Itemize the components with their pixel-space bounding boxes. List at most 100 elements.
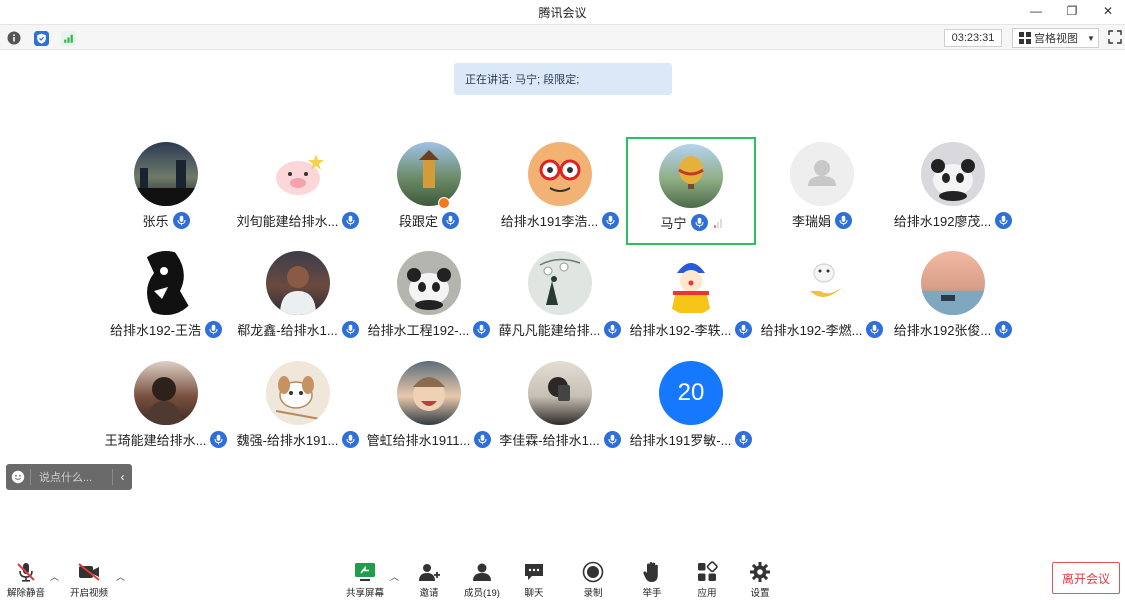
participant-name: 给排水192-李燃... [760, 323, 863, 338]
participant-tile[interactable]: 给排水192张俊... [888, 246, 1018, 354]
minimize-icon[interactable]: — [1027, 2, 1045, 20]
participant-name-row: 张乐 [101, 211, 231, 230]
microphone-icon [604, 321, 622, 338]
microphone-icon [602, 212, 620, 229]
participant-name: 段跟定 [398, 214, 438, 229]
avatar [134, 142, 198, 206]
participant-tile[interactable]: 给排水工程192-... [364, 246, 494, 354]
view-mode-dropdown[interactable]: 宫格视图 ▼ [1012, 28, 1099, 48]
participant-tile[interactable]: 给排水192-王浩 [101, 246, 231, 354]
participant-tile[interactable]: 给排水191李浩... [495, 137, 625, 245]
apps-label: 应用 [697, 588, 717, 599]
close-icon[interactable]: ✕ [1099, 2, 1117, 20]
participant-name-row: 管虹给排水1911... [364, 430, 494, 449]
share-screen-button[interactable]: 共享屏幕 [337, 561, 393, 599]
participant-name-row: 马宁 [628, 213, 754, 232]
share-options-chevron-icon[interactable]: ︿ [390, 570, 399, 583]
status-bar: 03:23:31 宫格视图 ▼ [0, 24, 1125, 50]
participant-name-row: 王琦能建给排水... [101, 430, 231, 449]
participant-tile[interactable]: 王琦能建给排水... [101, 356, 231, 464]
participant-name: 李佳霖-给排水1... [499, 433, 600, 448]
apps-button[interactable]: 应用 [679, 561, 735, 599]
security-shield-icon[interactable] [33, 30, 49, 46]
participant-tile[interactable]: 李瑞娟 [757, 137, 887, 245]
microphone-icon [205, 321, 223, 338]
participant-tile[interactable]: 管虹给排水1911... [364, 356, 494, 464]
members-icon [470, 561, 494, 583]
avatar [134, 251, 198, 315]
avatar [921, 251, 985, 315]
microphone-icon [474, 431, 492, 448]
start-video-label: 开启视频 [69, 588, 108, 599]
avatar [528, 142, 592, 206]
network-signal-icon[interactable] [60, 30, 76, 46]
participant-tile[interactable]: 李佳霖-给排水1... [495, 356, 625, 464]
avatar [266, 251, 330, 315]
info-icon[interactable] [6, 30, 22, 46]
chat-placeholder[interactable]: 说点什么... [30, 469, 112, 485]
participant-tile[interactable]: 马宁 [626, 137, 756, 245]
microphone-icon [210, 431, 228, 448]
participant-tile[interactable]: 刘旬能建给排水... [233, 137, 363, 245]
participant-name-row: 薛凡凡能建给排... [495, 320, 625, 339]
video-options-chevron-icon[interactable]: ︿ [116, 570, 125, 583]
audio-level-icon [713, 218, 722, 228]
participant-name-row: 李佳霖-给排水1... [495, 430, 625, 449]
participant-name-row: 给排水工程192-... [364, 320, 494, 339]
avatar [266, 142, 330, 206]
members-button[interactable]: 成员(19) [454, 561, 510, 599]
microphone-icon [735, 321, 753, 338]
participant-name-row: 郗龙鑫-给排水1... [233, 320, 363, 339]
members-label: 成员(19) [464, 588, 500, 599]
participant-name: 薛凡凡能建给排... [498, 323, 601, 338]
invite-button[interactable]: 邀请 [401, 561, 457, 599]
share-screen-icon [353, 561, 377, 583]
restore-icon[interactable]: ❐ [1063, 2, 1081, 20]
settings-button[interactable]: 设置 [732, 561, 788, 599]
settings-label: 设置 [750, 588, 770, 599]
participant-tile[interactable]: 段跟定 [364, 137, 494, 245]
start-video-button[interactable]: 开启视频 [61, 561, 117, 599]
participant-tile[interactable]: 魏强-给排水191... [233, 356, 363, 464]
audio-options-chevron-icon[interactable]: ︿ [50, 570, 59, 583]
camera-off-icon [77, 561, 101, 583]
avatar [528, 251, 592, 315]
participant-name-row: 给排水192-李燃... [757, 320, 887, 339]
chevron-down-icon: ▼ [1087, 33, 1095, 43]
mic-muted-icon [14, 561, 38, 583]
record-label: 录制 [583, 588, 603, 599]
participant-tile[interactable]: 郗龙鑫-给排水1... [233, 246, 363, 354]
microphone-icon [995, 212, 1013, 229]
share-screen-label: 共享屏幕 [345, 588, 384, 599]
participant-tile[interactable]: 张乐 [101, 137, 231, 245]
participant-tile[interactable]: 给排水192-李轶... [626, 246, 756, 354]
participant-name: 管虹给排水1911... [366, 433, 471, 448]
microphone-icon [172, 212, 190, 229]
participant-name-row: 给排水191李浩... [495, 211, 625, 230]
chat-button[interactable]: 聊天 [506, 561, 562, 599]
window-title: 腾讯会议 [538, 5, 587, 20]
chat-quick-input[interactable]: 说点什么... ‹ [6, 464, 132, 490]
participant-name: 魏强-给排水191... [236, 433, 339, 448]
participant-name: 给排水192张俊... [893, 323, 992, 338]
participant-tile[interactable]: 给排水192-李燃... [757, 246, 887, 354]
avatar [266, 361, 330, 425]
fullscreen-icon[interactable] [1108, 30, 1122, 44]
collapse-chevron-icon[interactable]: ‹ [112, 469, 132, 485]
leave-meeting-button[interactable]: 离开会议 [1052, 562, 1120, 594]
unmute-button[interactable]: 解除静音 [0, 561, 54, 599]
microphone-icon [442, 212, 459, 229]
participant-tile[interactable]: 20 给排水191罗敏-... [626, 356, 756, 464]
microphone-icon [835, 212, 852, 229]
participant-tile[interactable]: 薛凡凡能建给排... [495, 246, 625, 354]
host-badge-icon [438, 197, 450, 209]
record-button[interactable]: 录制 [565, 561, 621, 599]
avatar [528, 361, 592, 425]
speaking-banner: 正在讲话: 马宁; 段限定; [454, 63, 672, 95]
emoji-icon[interactable] [6, 470, 30, 484]
participant-tile[interactable]: 给排水192廖茂... [888, 137, 1018, 245]
participant-name: 刘旬能建给排水... [236, 214, 339, 229]
avatar [921, 142, 985, 206]
raise-hand-button[interactable]: 举手 [624, 561, 680, 599]
avatar [659, 251, 723, 315]
